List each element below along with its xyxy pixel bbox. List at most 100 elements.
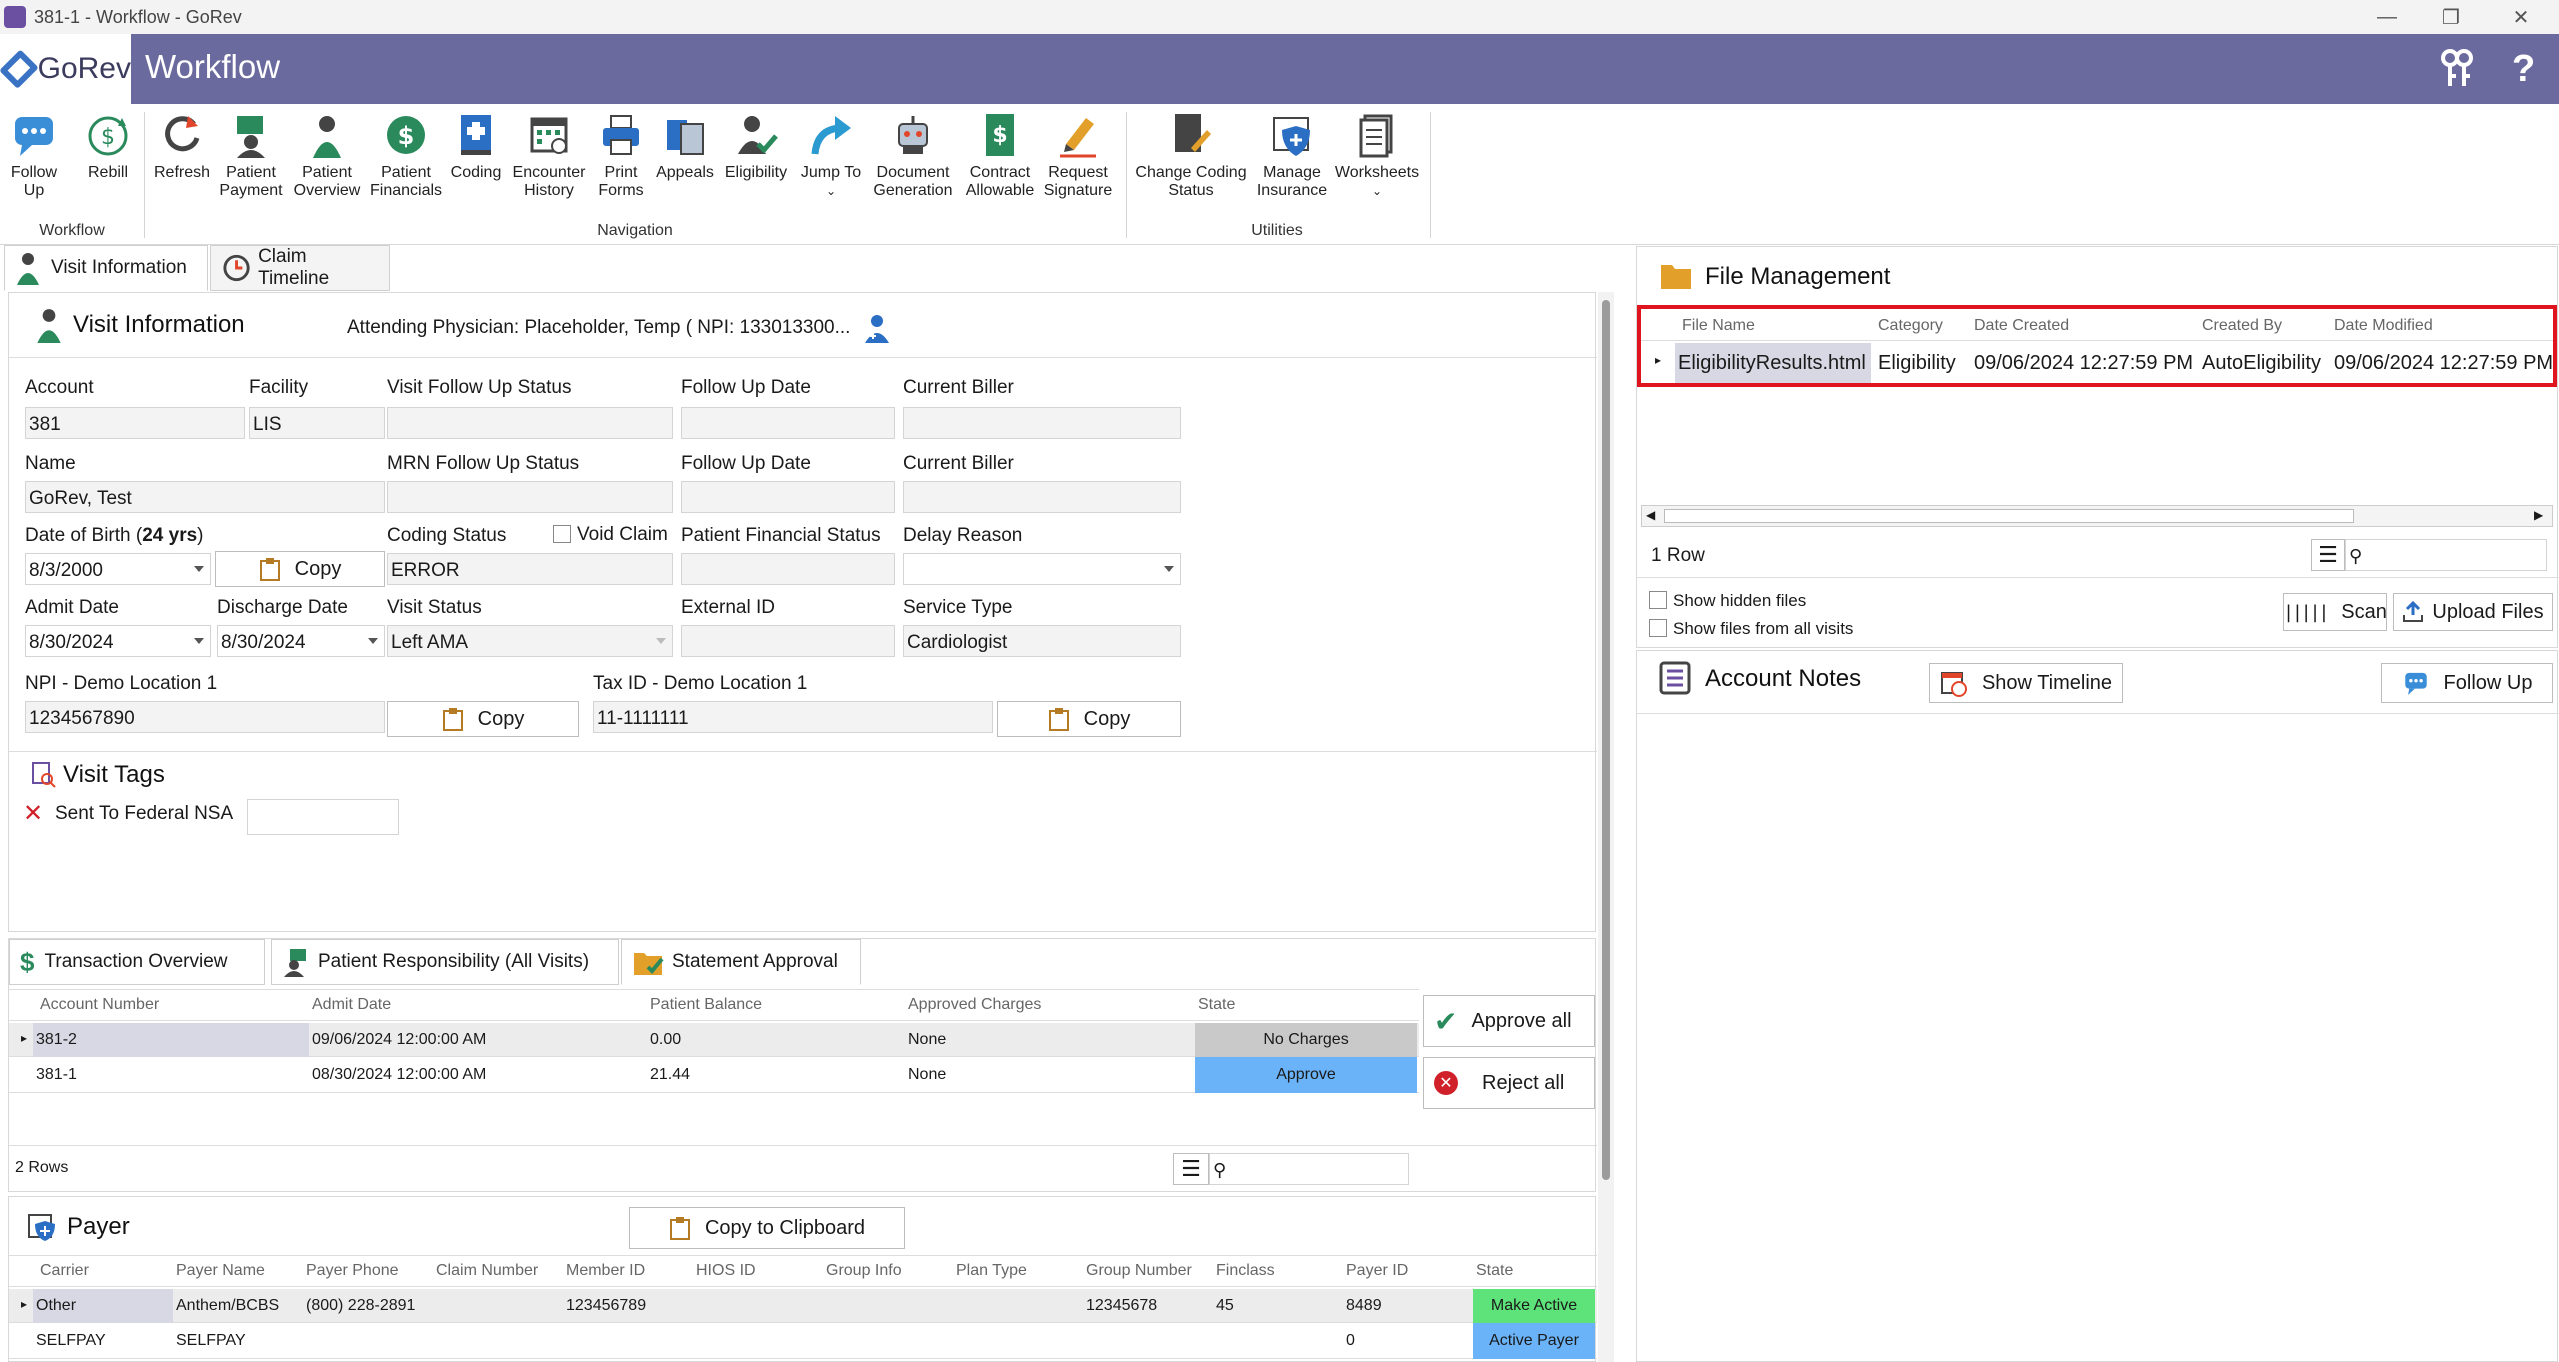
- minimize-button[interactable]: —: [2356, 0, 2418, 34]
- col-state[interactable]: State: [1195, 996, 1235, 1014]
- col-plan-type[interactable]: Plan Type: [953, 1262, 1027, 1280]
- col-date-created[interactable]: Date Created: [1971, 317, 2069, 335]
- cell-file-name[interactable]: EligibilityResults.html: [1675, 343, 1871, 383]
- col-group-info[interactable]: Group Info: [823, 1262, 902, 1280]
- row-expand-icon[interactable]: ▸: [21, 1297, 27, 1311]
- appeals-button[interactable]: Appeals: [652, 112, 718, 182]
- tab-visit-information[interactable]: Visit Information: [4, 245, 208, 291]
- col-category[interactable]: Category: [1875, 317, 1943, 335]
- col-hios-id[interactable]: HIOS ID: [693, 1262, 756, 1280]
- coding-button[interactable]: Coding: [448, 112, 504, 182]
- physician-icon[interactable]: [863, 313, 891, 343]
- npi-field[interactable]: 1234567890: [25, 701, 385, 733]
- document-generation-button[interactable]: Document Generation: [872, 112, 954, 200]
- tab-patient-responsibility[interactable]: Patient Responsibility (All Visits): [271, 939, 619, 985]
- contract-allowable-button[interactable]: $ Contract Allowable: [958, 112, 1042, 200]
- col-admit-date[interactable]: Admit Date: [309, 996, 391, 1014]
- horizontal-scrollbar-thumb[interactable]: [1664, 509, 2354, 523]
- visit-status-select[interactable]: Left AMA: [387, 625, 673, 657]
- file-search-input[interactable]: ⚲: [2345, 539, 2547, 571]
- approve-all-button[interactable]: ✔ Approve all: [1423, 995, 1595, 1047]
- table-row[interactable]: SELFPAY SELFPAY 0 Active Payer: [9, 1323, 1597, 1359]
- upload-files-button[interactable]: Upload Files: [2393, 593, 2553, 631]
- change-coding-status-button[interactable]: Change Coding Status: [1132, 112, 1250, 200]
- tax-id-field[interactable]: 11-1111111: [593, 701, 993, 733]
- tab-statement-approval[interactable]: Statement Approval: [621, 939, 861, 985]
- row-expand-icon[interactable]: ▸: [21, 1031, 27, 1045]
- copy-to-clipboard-button[interactable]: Copy to Clipboard: [629, 1207, 905, 1249]
- col-group-number[interactable]: Group Number: [1083, 1262, 1192, 1280]
- grid-menu-button[interactable]: ☰: [1173, 1153, 1209, 1185]
- copy-tax-id-button[interactable]: Copy: [997, 701, 1181, 737]
- patient-financials-button[interactable]: $ Patient Financials: [368, 112, 444, 200]
- col-carrier[interactable]: Carrier: [37, 1262, 89, 1280]
- request-signature-button[interactable]: Request Signature: [1036, 112, 1120, 200]
- eligibility-button[interactable]: Eligibility: [718, 112, 794, 182]
- col-date-modified[interactable]: Date Modified: [2331, 317, 2433, 335]
- coding-status-field[interactable]: ERROR: [387, 553, 673, 585]
- refresh-button[interactable]: Refresh: [150, 112, 214, 182]
- tab-claim-timeline[interactable]: Claim Timeline: [210, 245, 390, 291]
- void-claim-checkbox[interactable]: [553, 525, 571, 543]
- encounter-history-button[interactable]: Encounter History: [510, 112, 588, 200]
- name-field[interactable]: GoRev, Test: [25, 481, 385, 513]
- make-active-button[interactable]: Make Active: [1473, 1289, 1595, 1323]
- left-scrollbar[interactable]: [1598, 292, 1614, 1362]
- admit-date-field[interactable]: 8/30/2024: [25, 625, 211, 657]
- scroll-left-icon[interactable]: ◀: [1646, 508, 1655, 522]
- col-file-name[interactable]: File Name: [1679, 317, 1755, 335]
- tab-transaction-overview[interactable]: $ Transaction Overview: [9, 939, 265, 985]
- scroll-right-icon[interactable]: ▶: [2534, 508, 2543, 522]
- show-timeline-button[interactable]: Show Timeline: [1929, 663, 2123, 703]
- col-finclass[interactable]: Finclass: [1213, 1262, 1275, 1280]
- statement-search-input[interactable]: ⚲: [1209, 1153, 1409, 1185]
- reject-all-button[interactable]: ✕ Reject all: [1423, 1057, 1595, 1109]
- horizontal-scrollbar[interactable]: ◀ ▶: [1641, 505, 2553, 527]
- row-expand-icon[interactable]: ▸: [1655, 353, 1661, 367]
- follow-up-button[interactable]: Follow Up: [6, 112, 62, 200]
- table-row[interactable]: ▸ 381-2 09/06/2024 12:00:00 AM 0.00 None…: [9, 1023, 1419, 1057]
- remove-tag-icon[interactable]: ✕: [23, 799, 43, 828]
- close-button[interactable]: ✕: [2490, 0, 2552, 34]
- copy-dob-button[interactable]: Copy: [215, 551, 385, 587]
- tag-input[interactable]: [247, 799, 399, 835]
- patient-payment-button[interactable]: Patient Payment: [218, 112, 284, 200]
- delay-reason-select[interactable]: [903, 553, 1181, 585]
- current-biller-field[interactable]: [903, 407, 1181, 439]
- mrn-follow-up-status-field[interactable]: [387, 481, 673, 513]
- table-row[interactable]: ▸ EligibilityResults.html Eligibility 09…: [1641, 343, 2553, 383]
- dob-field[interactable]: 8/3/2000: [25, 553, 211, 585]
- facility-field[interactable]: LIS: [249, 407, 385, 439]
- active-payer-badge[interactable]: Active Payer: [1473, 1323, 1595, 1359]
- show-all-visits-checkbox[interactable]: [1649, 619, 1667, 637]
- rebill-button[interactable]: $ Rebill: [80, 112, 136, 182]
- col-payer-name[interactable]: Payer Name: [173, 1262, 265, 1280]
- user-keys-icon[interactable]: [2440, 48, 2474, 98]
- copy-npi-button[interactable]: Copy: [387, 701, 579, 737]
- patient-financial-status-field[interactable]: [681, 553, 895, 585]
- col-account-number[interactable]: Account Number: [37, 996, 159, 1014]
- patient-overview-button[interactable]: Patient Overview: [290, 112, 364, 200]
- show-hidden-files-checkbox[interactable]: [1649, 591, 1667, 609]
- mrn-current-biller-field[interactable]: [903, 481, 1181, 513]
- approve-state-button[interactable]: Approve: [1195, 1057, 1417, 1093]
- col-payer-id[interactable]: Payer ID: [1343, 1262, 1408, 1280]
- service-type-field[interactable]: Cardiologist: [903, 625, 1181, 657]
- table-row[interactable]: 381-1 08/30/2024 12:00:00 AM 21.44 None …: [9, 1057, 1419, 1093]
- col-created-by[interactable]: Created By: [2199, 317, 2282, 335]
- table-row[interactable]: ▸ Other Anthem/BCBS (800) 228-2891 12345…: [9, 1289, 1597, 1323]
- col-claim-number[interactable]: Claim Number: [433, 1262, 538, 1280]
- external-id-field[interactable]: [681, 625, 895, 657]
- worksheets-button[interactable]: Worksheets ⌄: [1334, 112, 1420, 200]
- print-forms-button[interactable]: Print Forms: [594, 112, 648, 200]
- follow-up-date-field[interactable]: [681, 407, 895, 439]
- col-patient-balance[interactable]: Patient Balance: [647, 996, 762, 1014]
- left-scrollbar-thumb[interactable]: [1602, 300, 1610, 1180]
- help-icon[interactable]: ?: [2512, 48, 2535, 91]
- discharge-date-field[interactable]: 8/30/2024: [217, 625, 385, 657]
- jump-to-button[interactable]: Jump To ⌄: [796, 112, 866, 200]
- scan-button[interactable]: ||||| Scan: [2283, 593, 2387, 631]
- col-payer-phone[interactable]: Payer Phone: [303, 1262, 399, 1280]
- account-field[interactable]: 381: [25, 407, 245, 439]
- restore-button[interactable]: ❐: [2420, 0, 2482, 34]
